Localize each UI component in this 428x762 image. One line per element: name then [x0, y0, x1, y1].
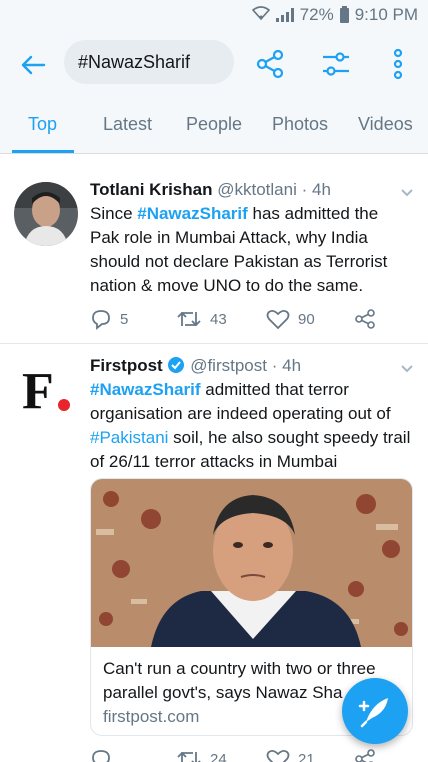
tweet[interactable]: Totlani Krishan @kktotlani · 4h Since #N…	[0, 166, 428, 344]
avatar[interactable]: F	[14, 356, 78, 420]
retweet-icon	[177, 751, 201, 762]
search-header: #NawazSharif	[0, 30, 428, 98]
dot-separator: ·	[301, 180, 308, 199]
like-count: 21	[298, 750, 315, 762]
chevron-down-icon[interactable]	[400, 188, 414, 198]
retweet-count: 24	[210, 750, 227, 762]
card-domain: firstpost.com	[103, 707, 200, 726]
share-tweet-button[interactable]	[354, 748, 376, 762]
tweet-actions: 5 43 90	[90, 308, 390, 332]
arrow-left-icon	[21, 55, 46, 75]
battery-icon	[339, 5, 349, 23]
search-tabs: Top Latest People Photos Videos	[0, 98, 428, 154]
like-button[interactable]: 21	[266, 748, 315, 762]
clock: 9:10 PM	[354, 5, 418, 24]
avatar-letter: F	[22, 363, 54, 420]
share-icon	[355, 749, 375, 762]
reply-icon	[92, 750, 110, 762]
feather-quill-icon	[358, 698, 388, 728]
retweet-button[interactable]: 43	[176, 308, 227, 330]
status-bar: 72% 9:10 PM	[0, 0, 428, 30]
tab-videos[interactable]: Videos	[358, 114, 413, 135]
verified-badge-icon	[168, 357, 185, 373]
reply-count: 5	[120, 310, 129, 328]
active-tab-indicator	[12, 150, 74, 153]
filter-button[interactable]	[320, 48, 352, 80]
compose-tweet-button[interactable]	[342, 678, 408, 744]
tab-people[interactable]: People	[186, 114, 242, 135]
battery-percent: 72%	[299, 5, 334, 24]
hashtag-link[interactable]: #NawazSharif	[90, 380, 201, 399]
sliders-icon	[323, 52, 349, 76]
article-photo	[91, 479, 412, 647]
tweet-header: Firstpost @firstpost · 4h	[90, 356, 301, 376]
share-icon	[256, 49, 284, 79]
display-name[interactable]: Firstpost	[90, 356, 163, 375]
tab-top[interactable]: Top	[28, 114, 57, 135]
signal-icon	[275, 8, 294, 22]
reply-button[interactable]: 5	[90, 308, 128, 330]
share-button[interactable]	[254, 48, 286, 80]
dot-separator: ·	[271, 356, 278, 375]
like-button[interactable]: 90	[266, 308, 315, 330]
share-icon	[355, 309, 375, 329]
timestamp: 4h	[311, 180, 331, 199]
tab-latest[interactable]: Latest	[103, 114, 152, 135]
retweet-icon	[177, 311, 201, 327]
tweet-header: Totlani Krishan @kktotlani · 4h	[90, 180, 331, 200]
wifi-icon	[251, 5, 270, 25]
heart-icon	[266, 749, 290, 762]
hashtag-link[interactable]: #Pakistani	[90, 428, 168, 447]
heart-icon	[266, 309, 290, 330]
tweet-text-part: Since	[90, 204, 138, 223]
username: @kktotlani	[217, 180, 297, 199]
username: @firstpost	[190, 356, 267, 375]
tweet-actions: 24 21	[90, 748, 390, 762]
share-tweet-button[interactable]	[354, 308, 376, 330]
more-options-button[interactable]	[386, 48, 410, 80]
retweet-button[interactable]: 24	[176, 748, 227, 762]
tweet-text: #NawazSharif admitted that terror organi…	[90, 378, 412, 474]
tab-photos[interactable]: Photos	[272, 114, 328, 135]
like-count: 90	[298, 310, 315, 328]
timestamp: 4h	[282, 356, 302, 375]
reply-icon	[92, 310, 110, 330]
hashtag-link[interactable]: #NawazSharif	[137, 204, 248, 223]
search-input[interactable]: #NawazSharif	[64, 40, 234, 84]
reply-button[interactable]	[90, 748, 112, 762]
vertical-dots-icon	[393, 48, 403, 80]
retweet-count: 43	[210, 310, 227, 328]
display-name[interactable]: Totlani Krishan	[90, 180, 212, 199]
back-button[interactable]	[18, 50, 48, 80]
avatar[interactable]	[14, 182, 78, 246]
tweet-text: Since #NawazSharif has admitted the Pak …	[90, 202, 412, 298]
chevron-down-icon[interactable]	[400, 364, 414, 374]
